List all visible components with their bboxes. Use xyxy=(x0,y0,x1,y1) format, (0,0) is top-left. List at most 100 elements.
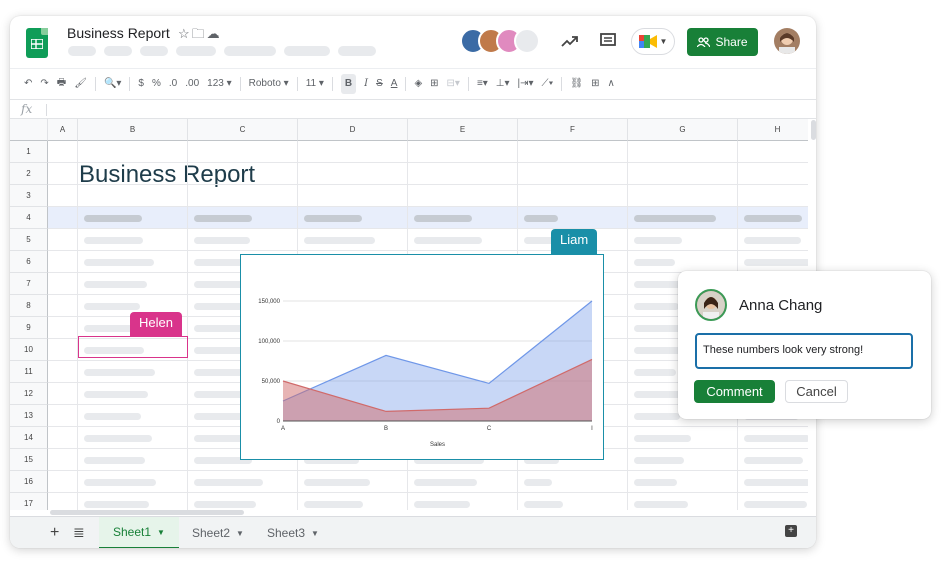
table-cell[interactable] xyxy=(518,185,628,207)
table-cell[interactable] xyxy=(188,185,298,207)
row-header-9[interactable]: 9 xyxy=(10,317,48,339)
table-cell[interactable] xyxy=(48,383,78,405)
column-header-a[interactable]: A xyxy=(48,119,78,141)
table-cell[interactable] xyxy=(48,163,78,185)
insert-comment-icon[interactable]: ⊞ xyxy=(591,74,599,94)
table-cell[interactable] xyxy=(628,229,738,251)
table-cell[interactable] xyxy=(48,295,78,317)
link-icon[interactable]: ⛓ xyxy=(570,74,583,94)
table-cell[interactable] xyxy=(738,141,808,163)
table-cell[interactable] xyxy=(48,339,78,361)
table-cell[interactable] xyxy=(408,493,518,510)
increase-decimal-button[interactable]: .00 xyxy=(185,74,199,94)
menu-item[interactable] xyxy=(104,46,132,56)
borders-icon[interactable]: ⊞ xyxy=(430,74,438,94)
menu-item[interactable] xyxy=(176,46,216,56)
table-cell[interactable] xyxy=(738,471,808,493)
table-cell[interactable] xyxy=(628,185,738,207)
row-header-4[interactable]: 4 xyxy=(10,207,48,229)
menu-item[interactable] xyxy=(68,46,96,56)
row-header-15[interactable]: 15 xyxy=(10,449,48,471)
table-cell[interactable] xyxy=(188,163,298,185)
row-header-13[interactable]: 13 xyxy=(10,405,48,427)
table-cell[interactable] xyxy=(298,185,408,207)
strikethrough-button[interactable]: S xyxy=(376,74,383,94)
table-cell[interactable] xyxy=(738,207,808,229)
number-format-button[interactable]: 123 ▾ xyxy=(207,74,232,94)
embedded-chart[interactable]: 0 50,000 100,000 150,000 A B C I Sales xyxy=(240,254,604,460)
print-icon[interactable]: 🖶 xyxy=(57,74,66,94)
table-cell[interactable] xyxy=(188,141,298,163)
row-header-8[interactable]: 8 xyxy=(10,295,48,317)
table-cell[interactable] xyxy=(628,141,738,163)
table-cell[interactable] xyxy=(78,251,188,273)
column-header-f[interactable]: F xyxy=(518,119,628,141)
share-button[interactable]: Share xyxy=(687,28,758,56)
table-cell[interactable] xyxy=(298,141,408,163)
column-header-b[interactable]: B xyxy=(78,119,188,141)
menu-item[interactable] xyxy=(140,46,168,56)
table-cell[interactable] xyxy=(628,493,738,510)
column-header-g[interactable]: G xyxy=(628,119,738,141)
table-cell[interactable] xyxy=(408,207,518,229)
table-cell[interactable] xyxy=(78,273,188,295)
table-cell[interactable] xyxy=(78,383,188,405)
table-cell[interactable] xyxy=(48,141,78,163)
table-cell[interactable] xyxy=(298,207,408,229)
menu-item[interactable] xyxy=(338,46,376,56)
table-cell[interactable] xyxy=(408,163,518,185)
table-cell[interactable] xyxy=(518,207,628,229)
helen-selected-cell[interactable] xyxy=(78,336,188,358)
table-cell[interactable] xyxy=(738,185,808,207)
table-cell[interactable] xyxy=(48,493,78,510)
table-cell[interactable] xyxy=(628,427,738,449)
menu-item[interactable] xyxy=(224,46,276,56)
table-cell[interactable] xyxy=(408,141,518,163)
table-cell[interactable] xyxy=(48,273,78,295)
table-cell[interactable] xyxy=(48,207,78,229)
comments-icon[interactable] xyxy=(597,30,619,52)
more-collaborators-icon[interactable] xyxy=(514,28,540,54)
sheets-logo-icon[interactable] xyxy=(26,28,48,58)
all-sheets-icon[interactable]: ≣ xyxy=(73,524,85,541)
comment-cancel-button[interactable]: Cancel xyxy=(785,380,848,403)
trending-icon[interactable] xyxy=(559,30,581,52)
menu-item[interactable] xyxy=(284,46,330,56)
table-cell[interactable] xyxy=(48,471,78,493)
paint-format-icon[interactable]: 🖌 xyxy=(74,74,87,94)
table-cell[interactable] xyxy=(298,471,408,493)
table-cell[interactable] xyxy=(78,427,188,449)
table-cell[interactable] xyxy=(738,229,808,251)
percent-button[interactable]: % xyxy=(152,74,161,94)
row-header-2[interactable]: 2 xyxy=(10,163,48,185)
row-header-12[interactable]: 12 xyxy=(10,383,48,405)
row-header-6[interactable]: 6 xyxy=(10,251,48,273)
account-avatar[interactable] xyxy=(774,28,800,54)
row-header-14[interactable]: 14 xyxy=(10,427,48,449)
row-header-7[interactable]: 7 xyxy=(10,273,48,295)
table-cell[interactable] xyxy=(628,251,738,273)
table-cell[interactable] xyxy=(48,317,78,339)
undo-icon[interactable]: ↶ xyxy=(24,74,32,94)
table-cell[interactable] xyxy=(48,361,78,383)
add-sheet-icon[interactable]: + xyxy=(50,524,59,542)
font-size-select[interactable]: 11 ▾ xyxy=(306,74,324,94)
italic-button[interactable]: I xyxy=(364,74,368,94)
horizontal-scroll-thumb[interactable] xyxy=(50,510,244,515)
table-cell[interactable] xyxy=(408,471,518,493)
table-cell[interactable] xyxy=(518,163,628,185)
table-cell[interactable] xyxy=(48,449,78,471)
folder-move-icon[interactable]: 🗀 xyxy=(192,26,207,41)
table-cell[interactable] xyxy=(738,449,808,471)
table-cell[interactable] xyxy=(48,185,78,207)
formula-bar[interactable]: fx xyxy=(10,99,816,119)
table-cell[interactable] xyxy=(628,449,738,471)
table-cell[interactable] xyxy=(738,251,808,273)
row-header-1[interactable]: 1 xyxy=(10,141,48,163)
comment-submit-button[interactable]: Comment xyxy=(694,380,775,403)
currency-button[interactable]: $ xyxy=(138,74,144,94)
row-header-10[interactable]: 10 xyxy=(10,339,48,361)
align-left-icon[interactable]: ≡▾ xyxy=(477,74,488,94)
table-cell[interactable] xyxy=(78,229,188,251)
vertical-scroll-thumb[interactable] xyxy=(811,120,816,140)
